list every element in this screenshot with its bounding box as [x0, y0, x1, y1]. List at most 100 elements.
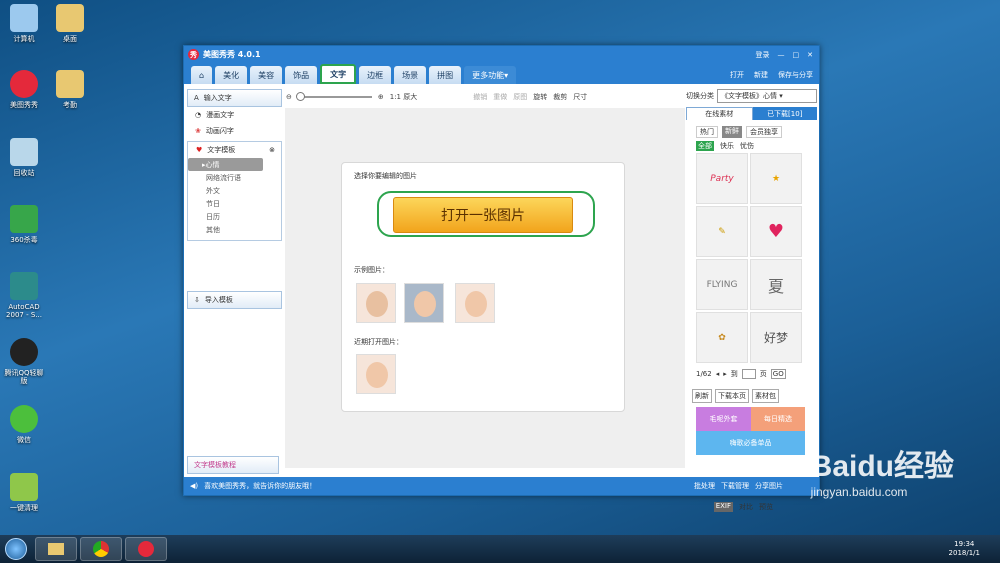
material-item[interactable]: Party: [696, 153, 748, 204]
banner-music[interactable]: 嗨歌必备单品: [696, 431, 805, 455]
filter-vip[interactable]: 会员独享: [746, 126, 782, 138]
tab-text[interactable]: 文字: [320, 64, 357, 84]
go-button[interactable]: GO: [770, 369, 786, 379]
tab-downloaded[interactable]: 已下载[10]: [752, 107, 817, 120]
taskbar-explorer[interactable]: [35, 537, 77, 561]
share-button[interactable]: 分享图片: [755, 481, 783, 491]
filter-hot[interactable]: 热门: [696, 126, 718, 138]
example-thumb[interactable]: [455, 283, 495, 323]
recent-label: 近期打开图片：: [354, 338, 403, 346]
sub-calendar[interactable]: 日历: [188, 210, 281, 223]
prev-page-icon[interactable]: ◂: [716, 370, 720, 378]
new-action[interactable]: 新建: [754, 70, 768, 80]
tab-scene[interactable]: 场景: [394, 66, 427, 84]
redo-button[interactable]: 重做: [493, 92, 507, 102]
compare-button[interactable]: 对比: [739, 502, 753, 512]
material-pack-button[interactable]: 素材包: [752, 389, 779, 403]
save-share-action[interactable]: 保存与分享: [778, 70, 813, 80]
cat-happy[interactable]: 快乐: [720, 141, 734, 151]
tab-collage[interactable]: 拼图: [429, 66, 462, 84]
desktop-icon-wechat[interactable]: 微信: [2, 405, 46, 444]
sub-slang[interactable]: 网络流行语: [188, 171, 281, 184]
material-item[interactable]: ✎: [696, 206, 748, 257]
material-item[interactable]: 夏: [750, 259, 802, 310]
download-page-button[interactable]: 下载本页: [715, 389, 749, 403]
start-button[interactable]: [0, 535, 32, 563]
size-button[interactable]: 尺寸: [573, 92, 587, 102]
desktop-icon-computer[interactable]: 计算机: [2, 4, 46, 43]
material-item[interactable]: FLYING: [696, 259, 748, 310]
tutorial-button[interactable]: 文字模板教程: [187, 456, 279, 474]
material-item[interactable]: 好梦: [750, 312, 802, 363]
desktop-icon-attendance[interactable]: 考勤: [48, 70, 92, 109]
download-manager-button[interactable]: 下载管理: [721, 481, 749, 491]
next-page-icon[interactable]: ▸: [723, 370, 727, 378]
desktop-icon-qq[interactable]: 腾讯QQ轻聊版: [2, 338, 46, 386]
tab-frame[interactable]: 边框: [359, 66, 392, 84]
example-thumb[interactable]: [404, 283, 444, 323]
page-input[interactable]: [741, 369, 756, 379]
taskbar: 19:34 2018/1/1: [0, 535, 1000, 563]
filter-fresh[interactable]: 新鲜: [722, 126, 742, 138]
open-action[interactable]: 打开: [730, 70, 744, 80]
zoom-out-icon[interactable]: ⊖: [286, 93, 292, 101]
sub-other[interactable]: 其他: [188, 223, 281, 236]
material-panel: 切换分类 《文字模板》心情 ▾ 在线素材 已下载[10] 热门 新鲜 会员独享 …: [686, 89, 817, 495]
minimize-icon[interactable]: —: [778, 51, 785, 59]
desktop-icon-360[interactable]: 360杀毒: [2, 205, 46, 244]
tab-accessories[interactable]: 饰品: [285, 66, 318, 84]
undo-button[interactable]: 撤销: [473, 92, 487, 102]
desktop-icon-recycle-bin[interactable]: 回收站: [2, 138, 46, 177]
desktop-icon-meitu[interactable]: 美图秀秀: [2, 70, 46, 109]
taskbar-meitu[interactable]: [125, 537, 167, 561]
comic-text-item[interactable]: ◔ 漫画文字: [187, 107, 282, 123]
input-text-button[interactable]: A 输入文字: [187, 89, 282, 107]
desktop-icon-folder[interactable]: 桌面: [48, 4, 92, 43]
tab-beautify[interactable]: 美化: [215, 66, 248, 84]
sub-festival[interactable]: 节日: [188, 197, 281, 210]
meitu-window: 秀 美图秀秀 4.0.1 登录 — □ ✕ ⌂ 美化 美容 饰品 文字 边框 场…: [183, 45, 820, 512]
home-tab-icon[interactable]: ⌂: [191, 66, 213, 84]
meitu-logo-icon: 秀: [188, 49, 199, 60]
sub-foreign[interactable]: 外文: [188, 184, 281, 197]
banner-coat[interactable]: 毛呢外套: [696, 407, 751, 431]
open-image-button[interactable]: 打开一张图片: [393, 197, 573, 233]
speaker-icon: ◀): [190, 482, 199, 490]
close-small-icon[interactable]: ⊗: [269, 146, 275, 154]
recent-thumb[interactable]: [356, 354, 396, 394]
tab-beauty[interactable]: 美容: [250, 66, 283, 84]
material-item[interactable]: ★: [750, 153, 802, 204]
tab-more[interactable]: 更多功能 ▾: [464, 66, 517, 84]
status-bar: ◀) 喜欢美图秀秀，就告诉你的朋友哦！ 批处理 下载管理 分享图片: [184, 477, 819, 495]
login-link[interactable]: 登录: [756, 50, 770, 60]
exif-button[interactable]: EXIF: [713, 502, 733, 512]
refresh-button[interactable]: 刷新: [692, 389, 712, 403]
desktop-icon-cleanup[interactable]: 一键清理: [2, 473, 46, 512]
desktop-icon-autocad[interactable]: AutoCAD 2007 - S...: [2, 272, 46, 320]
canvas-area: 选择你要编辑的图片 打开一张图片 示例图片： 近期打开图片： EXIF 对比 预…: [285, 108, 773, 512]
material-item[interactable]: ✿: [696, 312, 748, 363]
rotate-button[interactable]: 旋转: [533, 92, 547, 102]
taskbar-chrome[interactable]: [80, 537, 122, 561]
preview-button[interactable]: 预览: [759, 502, 773, 512]
cat-all[interactable]: 全部: [696, 141, 714, 151]
original-image-button[interactable]: 原图: [513, 92, 527, 102]
sub-mood[interactable]: ▸ 心情: [188, 158, 263, 171]
category-select[interactable]: 《文字模板》心情 ▾: [717, 89, 817, 103]
close-icon[interactable]: ✕: [807, 51, 813, 59]
clock[interactable]: 19:34 2018/1/1: [949, 540, 1000, 558]
material-item[interactable]: ♥: [750, 206, 802, 257]
animated-text-item[interactable]: ❀ 动画闪字: [187, 123, 282, 139]
zoom-slider[interactable]: [295, 91, 372, 101]
template-title[interactable]: ♥ 文字模板 ⊗: [188, 142, 281, 158]
maximize-icon[interactable]: □: [793, 51, 800, 59]
cat-sad[interactable]: 忧伤: [740, 141, 754, 151]
banner-daily[interactable]: 每日精选: [751, 407, 805, 431]
original-size-button[interactable]: 1:1 原大: [390, 92, 418, 102]
tab-online-materials[interactable]: 在线素材: [686, 107, 753, 120]
example-thumb[interactable]: [356, 283, 396, 323]
crop-button[interactable]: 裁剪: [553, 92, 567, 102]
batch-button[interactable]: 批处理: [694, 481, 715, 491]
import-template-button[interactable]: ⇩ 导入模板: [187, 291, 282, 309]
zoom-in-icon[interactable]: ⊕: [378, 93, 384, 101]
